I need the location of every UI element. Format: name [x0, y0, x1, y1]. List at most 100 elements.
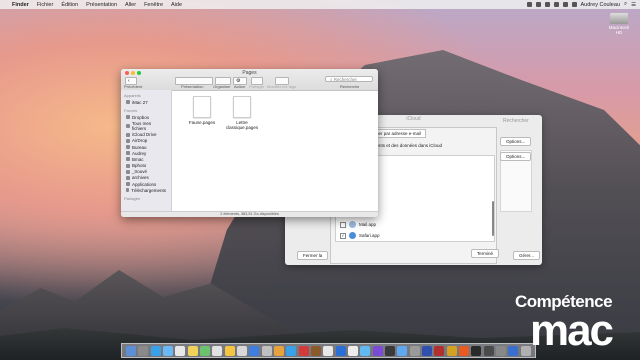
- options-button[interactable]: Options...: [500, 152, 532, 161]
- wifi-icon[interactable]: [553, 2, 559, 7]
- desktop-icon: [126, 145, 130, 150]
- menu-finder[interactable]: Finder: [12, 2, 29, 8]
- download-icon: [126, 188, 130, 193]
- file-name: Faune.pages: [188, 120, 216, 125]
- desktop-disk[interactable]: Macintosh HD: [605, 13, 633, 35]
- dock-app-icon[interactable]: [224, 345, 235, 356]
- search-placeholder: Rechercher: [333, 77, 358, 82]
- menu-presentation[interactable]: Présentation: [86, 2, 117, 8]
- app-checkbox[interactable]: [340, 221, 346, 228]
- menu-aller[interactable]: Aller: [125, 2, 136, 8]
- done-button[interactable]: Terminé: [471, 249, 500, 258]
- logo-line-2: mac: [529, 306, 614, 355]
- dock-app-icon[interactable]: [175, 345, 186, 356]
- folder-icon: [126, 115, 130, 120]
- search-icon[interactable]: ⌕: [624, 1, 627, 8]
- safari-icon: [349, 232, 356, 239]
- dock-app-icon[interactable]: [372, 345, 383, 356]
- dock-app-icon[interactable]: [422, 345, 433, 356]
- dock-app-icon[interactable]: [459, 345, 470, 356]
- folder-icon: [126, 157, 130, 162]
- menu-bar: Finder Fichier Édition Présentation Alle…: [0, 0, 640, 9]
- sidebar-item-label: Téléchargements: [131, 187, 166, 193]
- back-label: Précédent: [124, 84, 143, 89]
- list-icon[interactable]: ☰: [631, 2, 636, 8]
- list-item[interactable]: ✓ Safari.app: [340, 232, 380, 239]
- dock-app-icon[interactable]: [335, 345, 346, 356]
- arrange-label: Organiser: [213, 84, 231, 89]
- file-item[interactable]: Lettre classique.pages: [222, 96, 262, 130]
- dock-app-icon[interactable]: [397, 345, 408, 356]
- dock-app-icon[interactable]: [360, 345, 371, 356]
- user-name[interactable]: Audrey Couleau: [581, 2, 620, 8]
- sidebar-item-label: Bureau: [132, 144, 147, 150]
- dock-app-icon[interactable]: [323, 345, 334, 356]
- volume-icon[interactable]: [562, 2, 568, 7]
- dock-app-icon[interactable]: [311, 345, 322, 356]
- hard-disk-icon: [610, 13, 628, 24]
- search-input[interactable]: ⌕ Rechercher: [325, 76, 373, 82]
- folder-icon: [126, 169, 130, 174]
- battery-icon[interactable]: [571, 2, 577, 7]
- dock-app-icon[interactable]: [150, 345, 161, 356]
- dock-app-icon[interactable]: [126, 345, 137, 356]
- sidebar-item-downloads[interactable]: Téléchargements: [121, 187, 171, 193]
- dock-app-icon[interactable]: [298, 345, 309, 356]
- cloud-icon: [126, 132, 130, 137]
- dock-app-icon[interactable]: [200, 345, 211, 356]
- dock-app-icon[interactable]: [471, 345, 482, 356]
- folder-icon: [126, 163, 130, 168]
- dock-app-icon[interactable]: [348, 345, 359, 356]
- dock-app-icon[interactable]: [237, 345, 248, 356]
- app-name: Mail.app: [359, 222, 377, 227]
- dock-app-icon[interactable]: [286, 345, 297, 356]
- sidebar-item-all-files[interactable]: Tous mes fichiers: [121, 120, 171, 131]
- finder-status-bar: 2 éléments, 383,51 Go disponibles: [121, 211, 378, 217]
- dock-app-icon[interactable]: [212, 345, 223, 356]
- sidebar-item-label: archives: [132, 175, 149, 181]
- dock-app-icon[interactable]: [385, 345, 396, 356]
- dock-app-icon[interactable]: [434, 345, 445, 356]
- dock-app-icon[interactable]: [409, 345, 420, 356]
- folder-icon: [126, 175, 130, 180]
- menu-fichier[interactable]: Fichier: [37, 2, 54, 8]
- list-item[interactable]: Mail.app: [340, 221, 376, 228]
- list-scrollbar[interactable]: [492, 201, 494, 236]
- dock-app-icon[interactable]: [496, 345, 506, 356]
- app-checkbox[interactable]: ✓: [340, 232, 346, 239]
- dock-app-icon[interactable]: [163, 345, 174, 356]
- sidebar-section-shared: Partagés: [124, 196, 141, 202]
- dock-app-icon[interactable]: [138, 345, 149, 356]
- sidebar-section-devices: Appareils: [124, 93, 141, 98]
- dock-app-icon[interactable]: [249, 345, 260, 356]
- menu-aide[interactable]: Aide: [171, 2, 182, 8]
- finder-toolbar: Pages ‹ Précédent Présentation Organiser…: [121, 69, 378, 91]
- status-icon[interactable]: [535, 2, 541, 7]
- status-icon[interactable]: [544, 2, 550, 7]
- dock-app-icon[interactable]: [446, 345, 457, 356]
- sidebar-item-label: Bphoto: [132, 163, 147, 169]
- manage-button[interactable]: Gérer...: [513, 251, 541, 260]
- app-name: Safari.app: [359, 233, 380, 238]
- finder-window: Pages ‹ Précédent Présentation Organiser…: [121, 69, 378, 217]
- disk-label: Macintosh HD: [608, 25, 630, 35]
- dock-app-icon[interactable]: [187, 345, 198, 356]
- file-item[interactable]: Faune.pages: [182, 96, 222, 125]
- sidebar-item-label: AirDrop: [132, 138, 148, 144]
- sidebar-item-label: Tous mes fichiers: [131, 120, 152, 131]
- dock-app-icon[interactable]: [483, 345, 494, 356]
- menu-edition[interactable]: Édition: [61, 2, 78, 8]
- dock-app-icon[interactable]: [261, 345, 272, 356]
- document-thumbnail-icon: [193, 96, 211, 118]
- close-button[interactable]: Fermer la: [297, 251, 329, 260]
- sidebar-item-label: _trouvé: [132, 169, 148, 175]
- sidebar-item-label: iCloud Drive: [132, 132, 157, 138]
- options-button[interactable]: Options...: [500, 137, 532, 146]
- menu-fenetre[interactable]: Fenêtre: [144, 2, 163, 8]
- sidebar-item-imac[interactable]: iMac 27: [121, 99, 171, 105]
- action-label: Action: [234, 84, 246, 89]
- prefs-search-field[interactable]: Rechercher: [503, 118, 529, 124]
- computer-icon: [126, 100, 130, 105]
- status-icon[interactable]: [526, 2, 532, 7]
- dock-app-icon[interactable]: [274, 345, 285, 356]
